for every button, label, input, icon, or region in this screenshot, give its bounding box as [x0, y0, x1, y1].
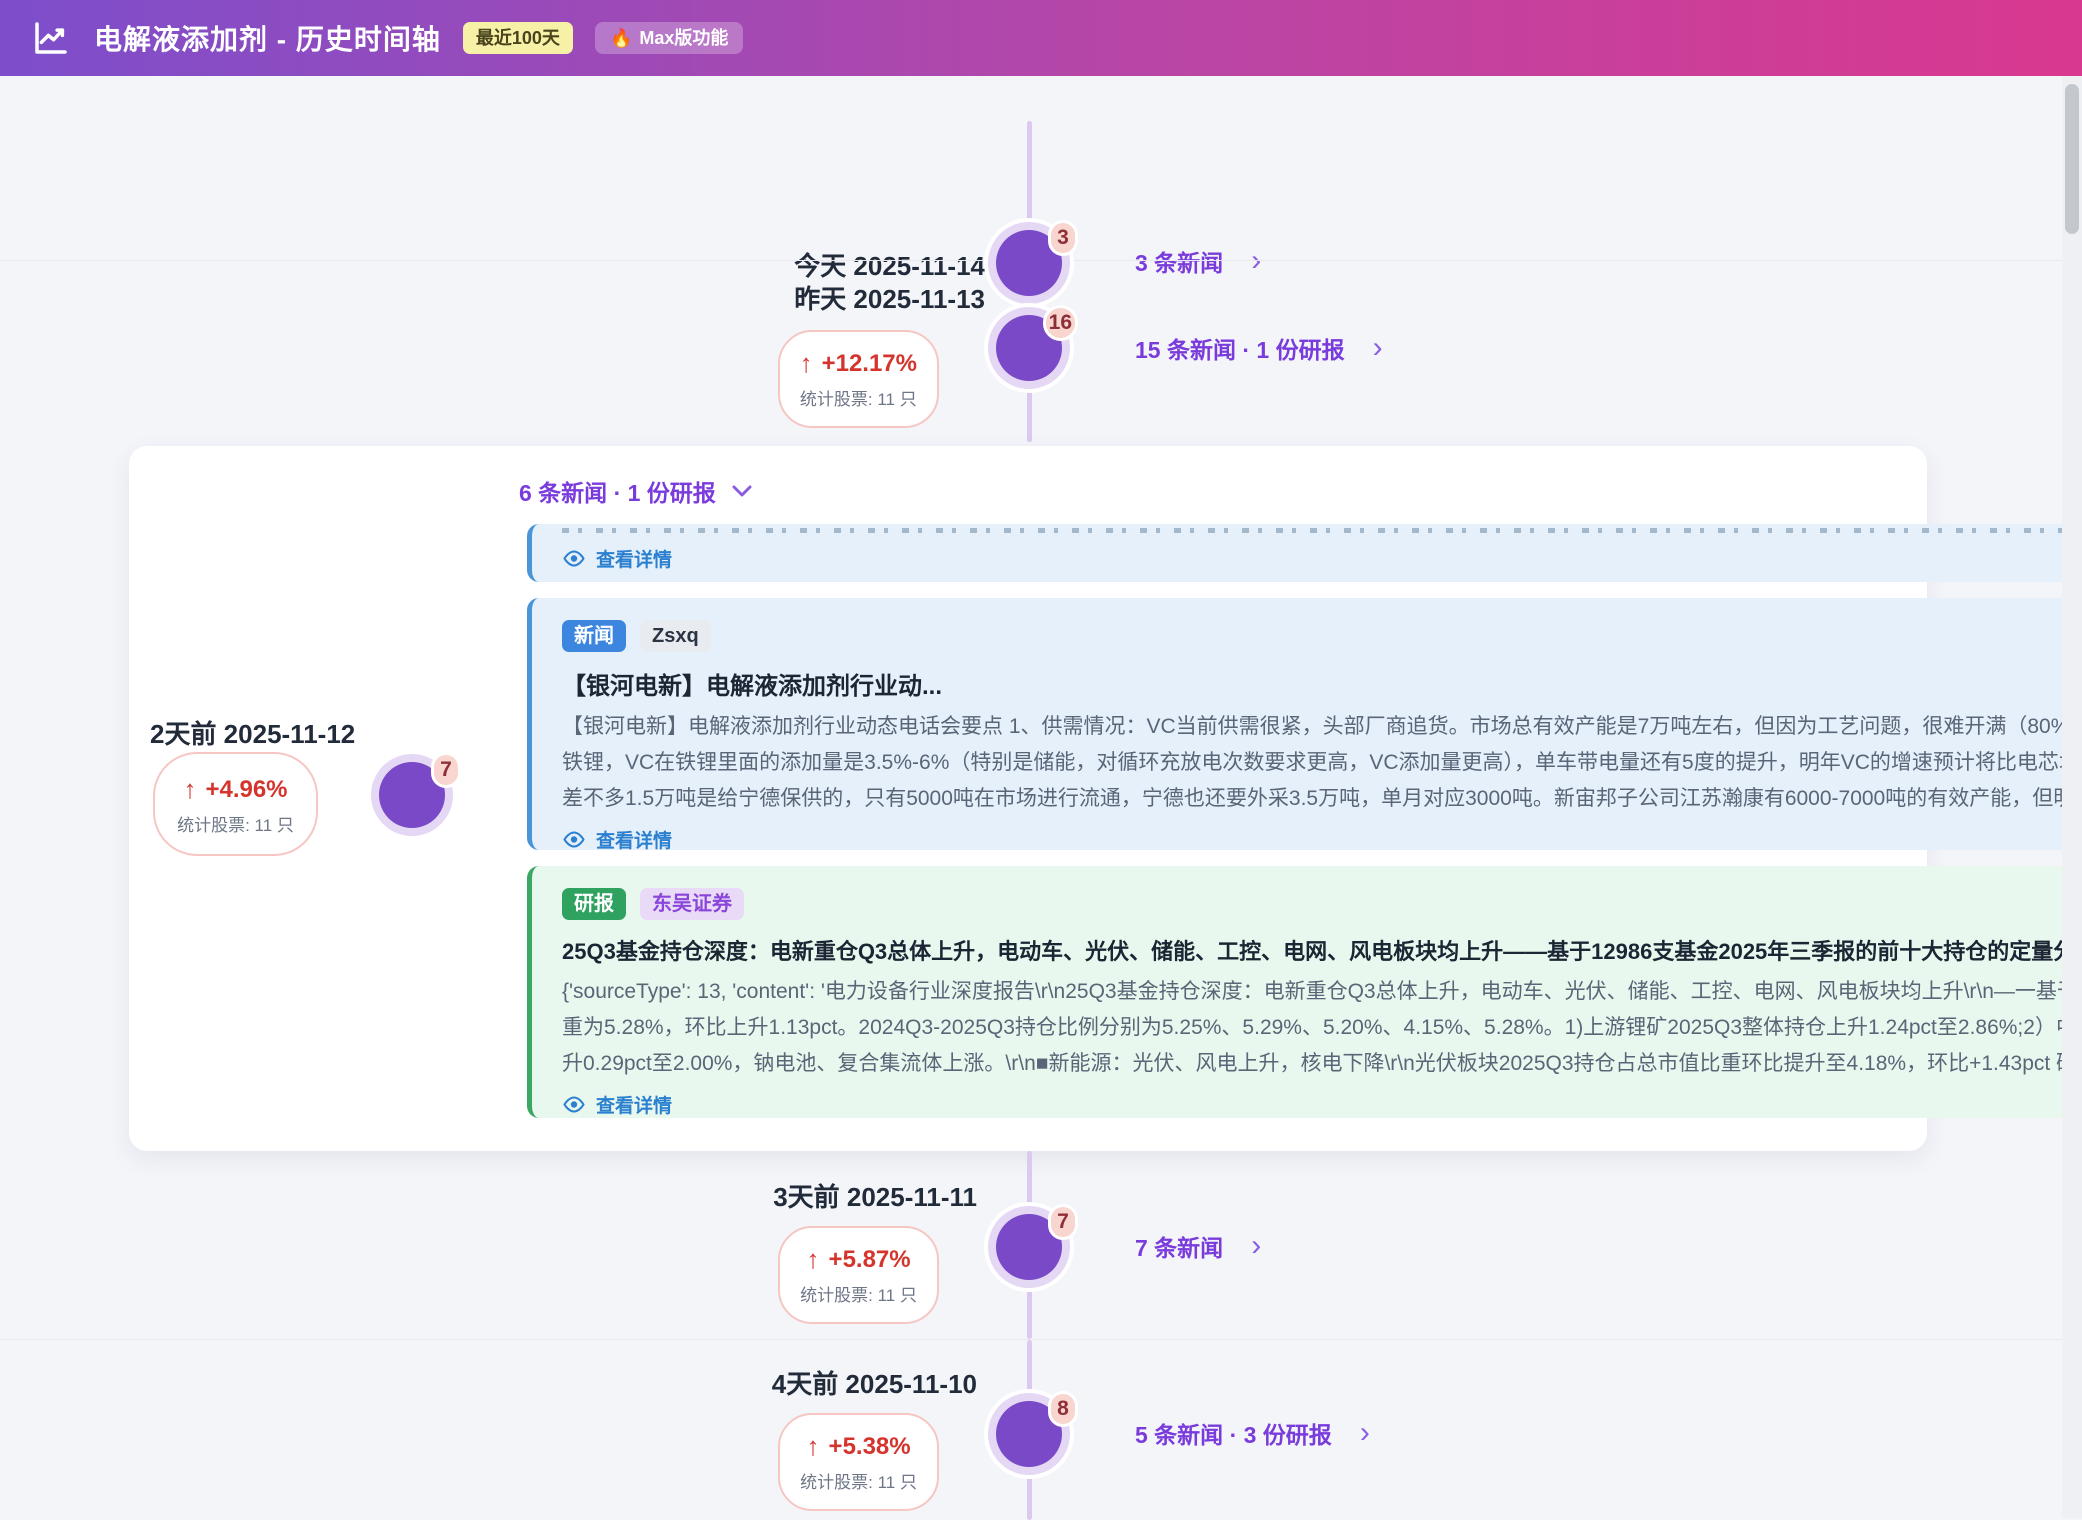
count-badge: 16	[1043, 305, 1078, 341]
day-cards-list: 查看详情 新闻 Zsxq 【银河电新】电解液添加剂行业动... 【银河电新】电解…	[527, 524, 2082, 1118]
timeline-node[interactable]: 3	[996, 230, 1062, 296]
chevron-right-icon: ›	[1360, 1423, 1370, 1443]
page-title: 电解液添加剂 - 历史时间轴	[94, 18, 441, 58]
row-date: 3天前 2025-11-11	[773, 1177, 977, 1214]
timeline-row-3d: 3天前 2025-11-11 ↑ +5.87% 统计股票: 11 只 7 7 条…	[0, 1151, 2082, 1339]
range-badge: 最近100天	[463, 22, 573, 54]
stocks-count: 统计股票: 11 只	[800, 388, 917, 412]
day-news-link[interactable]: 7 条新闻 ›	[1135, 1229, 2082, 1263]
change-percent: +5.38%	[829, 1433, 911, 1461]
scrollbar-track[interactable]	[2062, 76, 2082, 1518]
news-body-line: 差不多1.5万吨是给宁德保供的，只有5000吨在市场进行流通，宁德也还要外采3.…	[562, 781, 2082, 817]
report-body-line: 升0.29pct至2.00%，钠电池、复合集流体上涨。\r\n■新能源：光伏、风…	[562, 1046, 2082, 1082]
change-stat-pill: ↑ +12.17% 统计股票: 11 只	[778, 330, 939, 428]
change-stat-pill: ↑ +5.38% 统计股票: 11 只	[778, 1413, 939, 1511]
up-arrow-icon: ↑	[807, 1431, 820, 1462]
stocks-count: 统计股票: 11 只	[169, 814, 302, 838]
up-arrow-icon: ↑	[800, 348, 813, 379]
news-card-partial[interactable]: 查看详情	[527, 524, 2082, 582]
stocks-count: 统计股票: 11 只	[800, 1284, 917, 1308]
flame-icon: 🔥	[610, 29, 632, 47]
change-stat-pill: ↑ +4.96% 统计股票: 11 只	[153, 752, 318, 856]
report-source-badge: 东吴证券	[640, 888, 744, 920]
eye-icon	[562, 831, 586, 848]
timeline: 今天 2025-11-14 3 3 条新闻 › 昨天 2025-11-13 ↑ …	[0, 76, 2082, 1520]
day-news-link-label: 15 条新闻 · 1 份研报	[1135, 331, 1345, 365]
app-header: 电解液添加剂 - 历史时间轴 最近100天 🔥 Max版功能	[0, 0, 2082, 76]
up-arrow-icon: ↑	[183, 774, 196, 805]
news-source-badge: Zsxq	[640, 620, 711, 652]
news-body-line: 【银河电新】电解液添加剂行业动态电话会要点 1、供需情况：VC当前供需很紧，头部…	[562, 709, 2082, 745]
timeline-row-4d: 4天前 2025-11-10 ↑ +5.38% 统计股票: 11 只 8 5 条…	[0, 1339, 2082, 1520]
change-percent: +12.17%	[822, 350, 917, 378]
report-type-badge: 研报	[562, 888, 626, 920]
day-detail-card: 2天前 2025-11-12 ↑ +4.96% 统计股票: 11 只 7 6 条…	[129, 446, 1927, 1151]
timeline-row-today: 今天 2025-11-14 3 3 条新闻 ›	[0, 76, 2082, 260]
chevron-down-icon	[732, 485, 752, 498]
count-badge: 8	[1048, 1391, 1078, 1427]
news-body-line: 铁锂，VC在铁锂里面的添加量是3.5%-6%（特别是储能，对循环充放电次数要求更…	[562, 745, 2082, 781]
day-summary-label: 6 条新闻 · 1 份研报	[519, 474, 716, 508]
change-stat-pill: ↑ +5.87% 统计股票: 11 只	[778, 1226, 939, 1324]
change-percent: +4.96%	[205, 776, 287, 804]
timeline-node[interactable]: 16	[996, 315, 1062, 381]
view-details-link[interactable]: 查看详情	[562, 1091, 2082, 1118]
eye-icon	[562, 550, 586, 567]
report-body-line: 重为5.28%，环比上升1.13pct。2024Q3-2025Q3持仓比例分别为…	[562, 1010, 2082, 1046]
day-news-link-label: 5 条新闻 · 3 份研报	[1135, 1416, 1332, 1450]
change-percent: +5.87%	[829, 1246, 911, 1274]
eye-icon	[562, 1096, 586, 1113]
report-body-line: {'sourceType': 13, 'content': '电力设备行业深度报…	[562, 974, 2082, 1010]
report-title: 25Q3基金持仓深度：电新重仓Q3总体上升，电动车、光伏、储能、工控、电网、风电…	[562, 934, 2082, 966]
timeline-node[interactable]: 7	[379, 762, 445, 828]
report-card[interactable]: 研报 东吴证券 25Q3基金持仓深度：电新重仓Q3总体上升，电动车、光伏、储能、…	[527, 866, 2082, 1118]
view-details-link[interactable]: 查看详情	[562, 826, 2082, 850]
count-badge: 7	[431, 752, 461, 788]
timeline-node[interactable]: 7	[996, 1214, 1062, 1280]
pro-badge: 🔥 Max版功能	[595, 22, 743, 54]
count-badge: 7	[1048, 1204, 1078, 1240]
news-type-badge: 新闻	[562, 620, 626, 652]
clipped-text-strip	[562, 528, 2082, 533]
row-date: 昨天 2025-11-13	[794, 279, 985, 316]
stocks-count: 统计股票: 11 只	[800, 1471, 917, 1495]
timeline-node[interactable]: 8	[996, 1401, 1062, 1467]
pro-badge-label: Max版功能	[639, 29, 728, 47]
day-summary-toggle[interactable]: 6 条新闻 · 1 份研报	[519, 474, 752, 508]
news-card[interactable]: 新闻 Zsxq 【银河电新】电解液添加剂行业动... 【银河电新】电解液添加剂行…	[527, 598, 2082, 850]
row-date: 4天前 2025-11-10	[772, 1364, 977, 1401]
chevron-right-icon: ›	[1373, 338, 1383, 358]
view-details-link[interactable]: 查看详情	[562, 545, 2082, 572]
count-badge: 3	[1048, 220, 1078, 256]
view-details-label: 查看详情	[596, 545, 672, 572]
day-news-link-label: 7 条新闻	[1135, 1229, 1223, 1263]
news-title: 【银河电新】电解液添加剂行业动...	[562, 666, 2082, 701]
day-news-link[interactable]: 5 条新闻 · 3 份研报 ›	[1135, 1416, 2082, 1450]
timeline-row-expanded: 2天前 2025-11-12 ↑ +4.96% 统计股票: 11 只 7 6 条…	[0, 446, 2082, 1151]
scrollbar-thumb[interactable]	[2065, 84, 2079, 234]
view-details-label: 查看详情	[596, 1091, 672, 1118]
day-news-link[interactable]: 15 条新闻 · 1 份研报 ›	[1135, 331, 2082, 365]
up-arrow-icon: ↑	[807, 1244, 820, 1275]
view-details-label: 查看详情	[596, 826, 672, 850]
row-date: 2天前 2025-11-12	[150, 714, 355, 751]
chevron-right-icon: ›	[1251, 1236, 1261, 1256]
timeline-chart-icon	[30, 17, 72, 59]
